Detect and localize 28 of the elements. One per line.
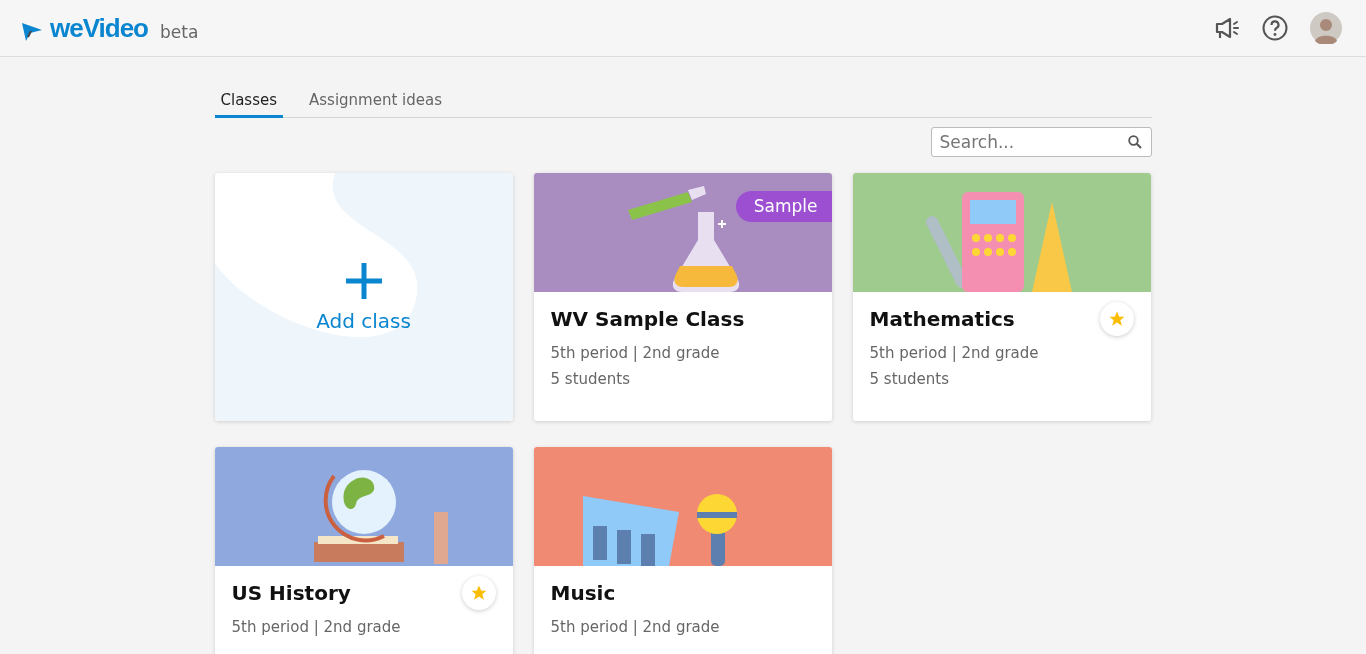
plus-icon: [343, 261, 384, 301]
student-count: 5 students: [550, 370, 631, 388]
class-card[interactable]: Music 5th period | 2nd grade: [533, 447, 832, 654]
tab[interactable]: Assignment ideas: [303, 85, 449, 118]
class-card[interactable]: US History 5th period | 2nd grade: [214, 447, 513, 654]
avatar-icon[interactable]: [1310, 12, 1342, 44]
class-details: 5th period | 2nd grade: [231, 618, 402, 636]
class-title: US History: [231, 581, 351, 605]
search-icon: [1127, 135, 1142, 149]
add-class-label: Add class: [316, 309, 411, 333]
class-details: 5th period | 2nd grade: [869, 344, 1040, 362]
search-field[interactable]: Search...: [930, 127, 1152, 157]
class-title: Mathematics: [869, 307, 1015, 331]
tab[interactable]: Classes: [214, 85, 283, 118]
class-details: 5th period | 2nd grade: [550, 618, 721, 636]
student-count: 5 students: [869, 370, 950, 388]
class-title: Music: [550, 581, 616, 605]
help-icon[interactable]: [1262, 15, 1288, 41]
class-card[interactable]: Mathematics 5th period | 2nd grade 5 students: [852, 173, 1151, 421]
class-details: 5th period | 2nd grade: [550, 344, 721, 362]
class-card[interactable]: Sample WV Sample Class 5th period | 2nd grade 5 students: [533, 173, 832, 421]
class-title: WV Sample Class: [550, 307, 745, 331]
add-class-card[interactable]: Add class: [214, 173, 513, 421]
sample-badge: Sample: [735, 191, 832, 222]
beta-label: beta: [160, 24, 199, 41]
megaphone-icon[interactable]: [1214, 16, 1240, 40]
logo-text[interactable]: weVideo: [50, 15, 148, 41]
logo-icon: [22, 23, 42, 41]
